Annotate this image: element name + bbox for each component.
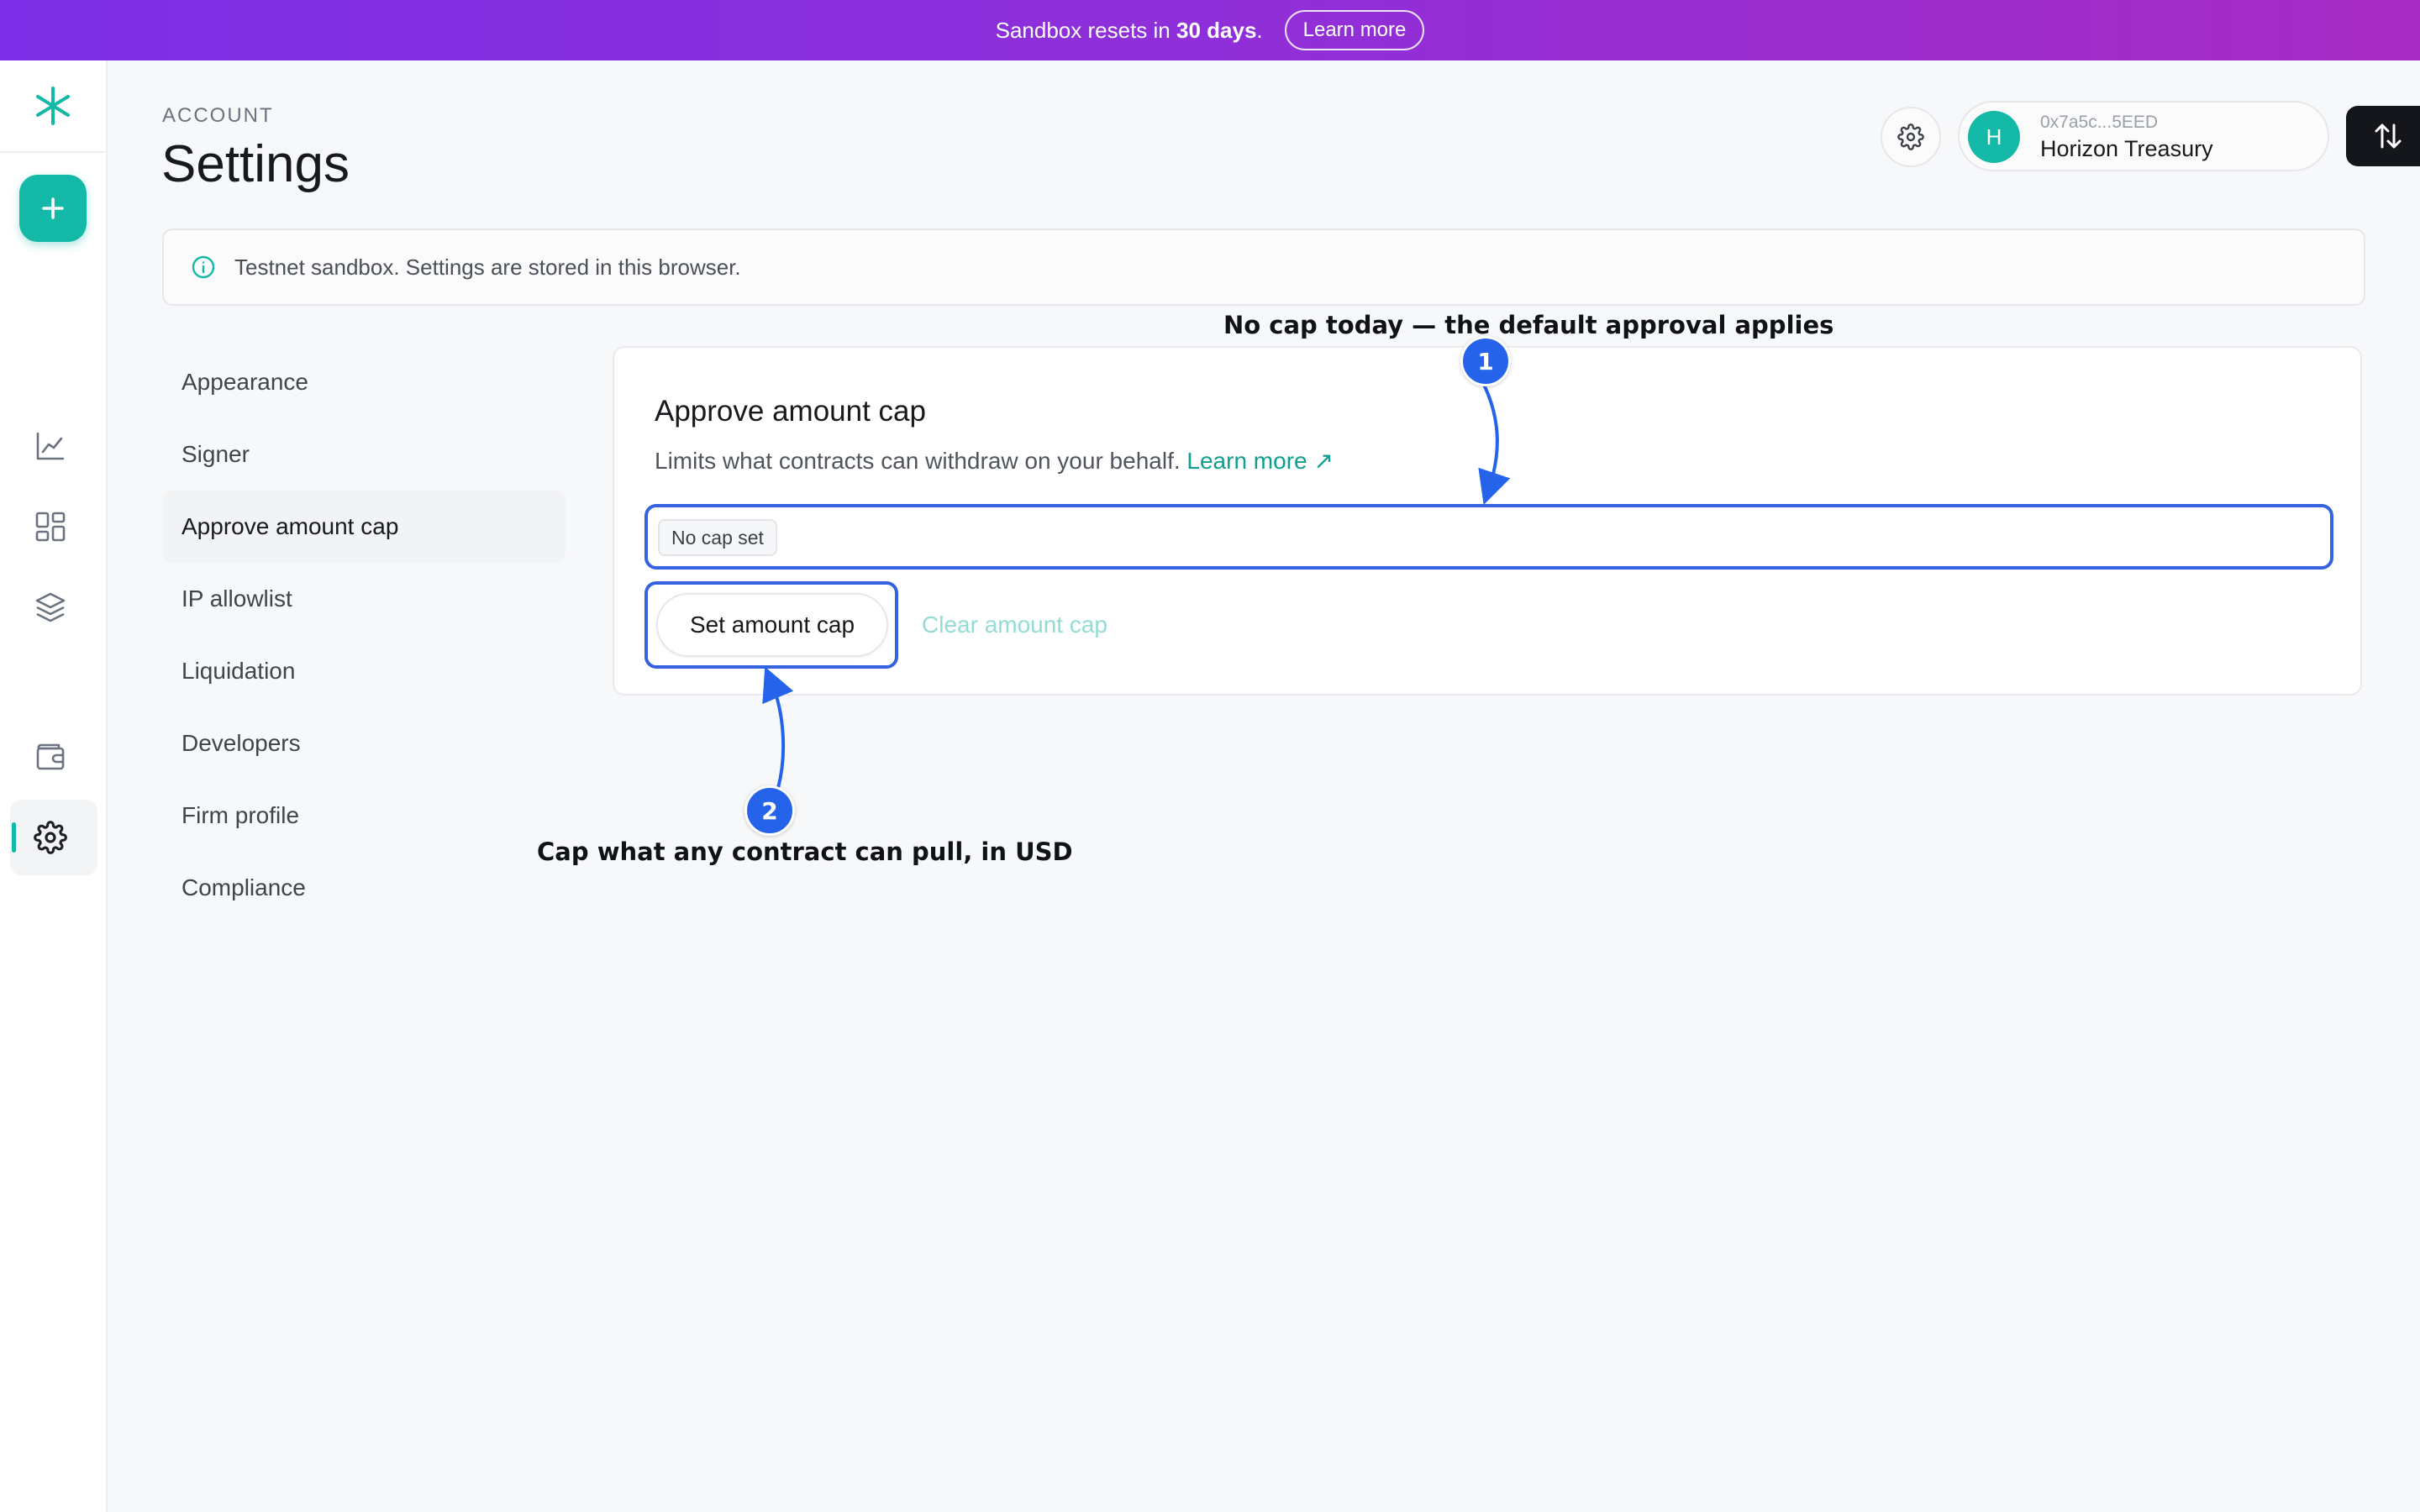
left-rail: [0, 60, 108, 1512]
info-notice: Testnet sandbox. Settings are stored in …: [162, 228, 2365, 306]
header-settings-button[interactable]: [1881, 107, 1941, 167]
avatar: H: [1968, 111, 2020, 163]
banner-message: Sandbox resets in 30 days.: [995, 17, 1263, 43]
approve-amount-cap-card: Approve amount cap Limits what contracts…: [613, 346, 2362, 696]
account-name: Horizon Treasury: [2040, 136, 2213, 161]
annotation-badge-1: 1: [1460, 336, 1511, 386]
gear-icon[interactable]: [33, 820, 68, 855]
gear-icon: [1897, 123, 1924, 150]
settings-nav-liquidation[interactable]: Liquidation: [162, 635, 566, 707]
page-title: Settings: [161, 135, 350, 193]
annotation-arrow-2: [762, 666, 794, 789]
dashboard-grid-icon[interactable]: [33, 509, 68, 544]
no-cap-chip: No cap set: [658, 519, 777, 556]
swap-arrows-icon: [2375, 123, 2402, 149]
wallet-icon[interactable]: [33, 739, 68, 774]
settings-nav-signer[interactable]: Signer: [162, 418, 566, 491]
card-learn-more-link[interactable]: Learn more ↗: [1186, 448, 1333, 474]
annotation-text-2: Cap what any contract can pull, in USD: [537, 837, 1073, 866]
annotation-text-1: No cap today — the default approval appl…: [1223, 311, 1834, 339]
settings-nav-developers[interactable]: Developers: [162, 707, 566, 780]
layers-icon[interactable]: [33, 590, 68, 625]
card-description: Limits what contracts can withdraw on yo…: [655, 448, 1334, 474]
account-switcher[interactable]: H 0x7a5c...5EED Horizon Treasury: [1958, 101, 2329, 171]
banner-learn-more-button[interactable]: Learn more: [1284, 10, 1425, 50]
annotation-badge-2: 2: [744, 785, 795, 836]
settings-nav-compliance[interactable]: Compliance: [162, 852, 566, 924]
page-eyebrow: ACCOUNT: [162, 104, 274, 127]
info-icon: [192, 255, 215, 279]
notice-text: Testnet sandbox. Settings are stored in …: [234, 254, 741, 280]
set-amount-cap-button[interactable]: Set amount cap: [656, 593, 888, 657]
settings-nav-approve-amount-cap[interactable]: Approve amount cap: [162, 491, 566, 563]
amount-cap-field[interactable]: No cap set: [644, 504, 2333, 570]
swap-button[interactable]: [2346, 106, 2420, 166]
add-button[interactable]: [19, 175, 87, 242]
sandbox-banner: Sandbox resets in 30 days. Learn more: [0, 0, 2420, 60]
settings-nav: Appearance Signer Approve amount cap IP …: [162, 346, 566, 924]
set-button-highlight: Set amount cap: [644, 581, 898, 669]
settings-nav-firm-profile[interactable]: Firm profile: [162, 780, 566, 852]
plus-icon: [42, 197, 64, 219]
clear-amount-cap-button[interactable]: Clear amount cap: [922, 612, 1107, 638]
active-nav-indicator: [12, 822, 16, 853]
settings-nav-ip-allowlist[interactable]: IP allowlist: [162, 563, 566, 635]
account-address: 0x7a5c...5EED: [2040, 113, 2159, 132]
chart-line-icon[interactable]: [33, 428, 68, 464]
card-title: Approve amount cap: [655, 395, 926, 428]
banner-days: 30 days: [1176, 17, 1257, 43]
asterisk-logo-icon[interactable]: [0, 60, 106, 153]
settings-nav-appearance[interactable]: Appearance: [162, 346, 566, 418]
